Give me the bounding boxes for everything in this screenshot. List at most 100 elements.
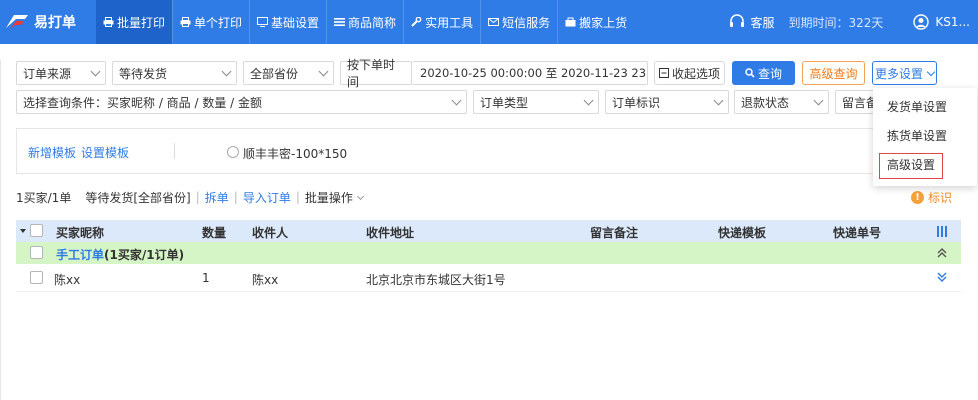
chevron-down-icon [813, 95, 824, 106]
nav-label: 批量打印 [117, 15, 166, 30]
select-value: 订单类型 [480, 95, 529, 110]
select-value: 退款状态 [741, 95, 790, 110]
main-nav: 批量打印 单个打印 基础设置 商品简称 实用工具 短信服务 搬家上货 [96, 0, 634, 44]
chevron-down-icon [583, 95, 594, 106]
template-panel: 新增模板 设置模板 顺丰丰密-100*150 [16, 128, 878, 174]
collapse-options-button[interactable]: 收起选项 [654, 61, 725, 85]
nav-move-listing[interactable]: 搬家上货 [558, 0, 634, 44]
batch-operation-menu[interactable]: 批量操作 [304, 189, 364, 206]
user-menu[interactable]: KS1... [905, 14, 978, 30]
list-icon [334, 18, 346, 26]
app-logo[interactable]: 易打单 [0, 0, 96, 44]
minus-square-icon [658, 68, 669, 78]
select-value: 等待发货 [119, 66, 168, 81]
select-value: 留言备注 [842, 95, 874, 110]
customer-service-button[interactable]: 客服 [729, 14, 775, 31]
select-all-checkbox[interactable] [30, 224, 43, 237]
headset-icon [729, 14, 744, 27]
expand-down-icon[interactable] [937, 272, 947, 282]
nav-basic-settings[interactable]: 基础设置 [250, 0, 326, 44]
more-settings-dropdown: 发货单设置 拣货单设置 高级设置 [873, 88, 977, 186]
user-name: KS1... [935, 15, 970, 29]
advanced-query-label: 高级查询 [809, 66, 858, 81]
collapse-up-icon[interactable] [937, 248, 947, 258]
province-select[interactable]: 全部省份 [243, 61, 334, 85]
collapse-options-label: 收起选项 [671, 66, 720, 81]
query-condition-select[interactable]: 选择查询条件：买家昵称 / 商品 / 数量 / 金额 [16, 90, 467, 114]
col-express-template: 快递模板 [718, 226, 767, 240]
info-icon: ! [911, 191, 924, 204]
top-nav-bar: 易打单 批量打印 单个打印 基础设置 商品简称 实用工具 短信服务 搬家上货 客… [0, 0, 978, 44]
dropdown-item-advanced-settings[interactable]: 高级设置 [879, 153, 943, 179]
col-quantity: 数量 [202, 226, 227, 240]
query-label: 查询 [757, 66, 782, 81]
add-template-link[interactable]: 新增模板 [28, 144, 76, 161]
wrench-icon [411, 17, 422, 27]
group-count: (1买家/1订单) [104, 248, 185, 262]
order-status-select[interactable]: 等待发货 [112, 61, 237, 85]
table-row[interactable]: 陈xx 1 陈xx 北京北京市东城区大街1号 [16, 264, 961, 292]
group-title: 手工订单(1买家/1订单) [56, 246, 184, 263]
user-avatar-icon [913, 14, 930, 30]
mark-legend[interactable]: ! 标识 [911, 189, 952, 206]
cell-buyer: 陈xx [54, 273, 81, 287]
select-value: 选择查询条件：买家昵称 / 商品 / 数量 / 金额 [23, 95, 263, 110]
table-header: 买家昵称 数量 收件人 收件地址 留言备注 快递模板 快递单号 [16, 220, 961, 242]
nav-label: 实用工具 [425, 15, 474, 30]
status-summary: 等待发货[全部省份] [85, 190, 191, 205]
nav-label: 搬家上货 [579, 15, 628, 30]
more-settings-button[interactable]: 更多设置 [872, 61, 937, 85]
divider: | [195, 190, 200, 204]
split-order-link[interactable]: 拆单 [205, 189, 229, 206]
order-flag-select[interactable]: 订单标识 [605, 90, 729, 114]
chevron-down-icon [90, 66, 101, 77]
query-button[interactable]: 查询 [732, 61, 795, 85]
dropdown-item-picking-settings[interactable]: 拣货单设置 [873, 122, 977, 150]
cell-receiver: 陈xx [252, 273, 279, 287]
group-checkbox[interactable] [30, 246, 43, 259]
logo-mark-icon [6, 15, 28, 29]
order-source-select[interactable]: 订单来源 [16, 61, 106, 85]
chevron-down-icon [713, 95, 724, 106]
chevron-down-icon [356, 192, 364, 200]
import-order-link[interactable]: 导入订单 [243, 189, 291, 206]
chevron-down-icon [318, 66, 329, 77]
order-type-select[interactable]: 订单类型 [473, 90, 599, 114]
caret-down-icon[interactable] [20, 229, 26, 233]
printer-icon [180, 17, 191, 27]
dropdown-item-shipping-settings[interactable]: 发货单设置 [873, 93, 977, 121]
cell-address: 北京北京市东城区大街1号 [366, 273, 506, 287]
row-checkbox[interactable] [30, 271, 43, 284]
advanced-query-button[interactable]: 高级查询 [802, 61, 865, 85]
nav-sms-service[interactable]: 短信服务 [481, 0, 557, 44]
set-template-link[interactable]: 设置模板 [81, 144, 129, 161]
select-value: 全部省份 [250, 66, 299, 81]
batch-operation-label: 批量操作 [304, 190, 353, 205]
divider [174, 143, 175, 159]
customer-service-label: 客服 [750, 15, 775, 30]
template-radio[interactable] [227, 146, 239, 158]
nav-product-alias[interactable]: 商品简称 [327, 0, 403, 44]
order-group-row[interactable]: 手工订单(1买家/1订单) [16, 242, 961, 264]
nav-tools[interactable]: 实用工具 [404, 0, 480, 44]
select-value: 按下单时间 [347, 58, 396, 89]
monitor-icon [257, 17, 269, 27]
column-settings-icon[interactable] [937, 226, 947, 237]
mark-label: 标识 [928, 191, 953, 205]
col-tracking-number: 快递单号 [833, 226, 882, 240]
order-summary: 1买家/1单 [16, 190, 72, 205]
remark-select[interactable]: 留言备注 [835, 90, 875, 114]
template-radio-label: 顺丰丰密-100*150 [243, 147, 348, 161]
date-range-input[interactable]: 2020-10-25 00:00:00 至 2020-11-23 23:59: [412, 61, 648, 85]
top-right-area: 客服 到期时间：322天 KS1... [729, 0, 978, 44]
col-receiver: 收件人 [252, 226, 289, 240]
nav-single-print[interactable]: 单个打印 [173, 0, 249, 44]
nav-batch-print[interactable]: 批量打印 [96, 0, 173, 44]
nav-label: 短信服务 [502, 15, 551, 30]
chevron-down-icon [926, 67, 936, 76]
refund-status-select[interactable]: 退款状态 [734, 90, 829, 114]
col-buyer: 买家昵称 [56, 226, 105, 240]
nav-label: 基础设置 [271, 15, 320, 30]
mail-icon [488, 18, 500, 26]
time-type-select[interactable]: 按下单时间 [340, 58, 412, 89]
